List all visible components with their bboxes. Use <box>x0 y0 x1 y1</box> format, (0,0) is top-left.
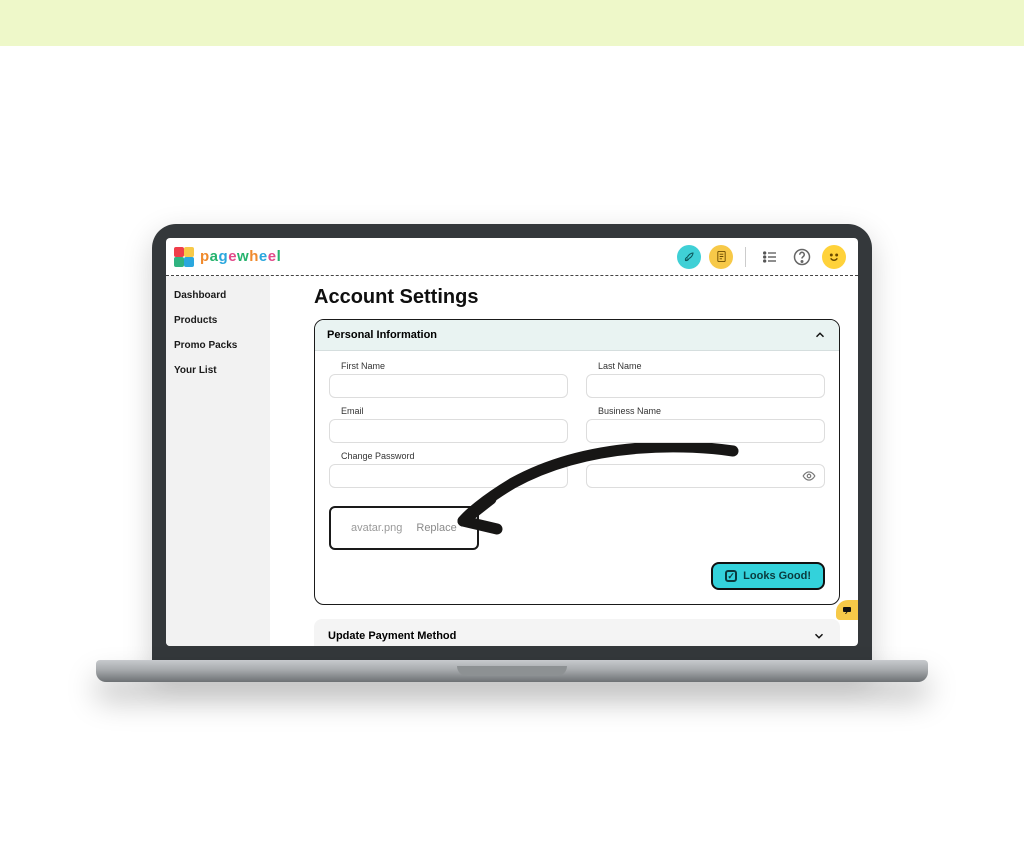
change-password-label: Change Password <box>341 451 568 461</box>
main-content: Account Settings Personal Information Fi… <box>270 276 858 646</box>
sidebar: Dashboard Products Promo Packs Your List <box>166 276 270 646</box>
header-divider <box>745 247 746 267</box>
header-icons <box>677 245 846 269</box>
top-banner <box>0 0 1024 46</box>
eye-icon[interactable] <box>802 469 816 483</box>
looks-good-button[interactable]: ✓ Looks Good! <box>711 562 825 590</box>
personal-info-header[interactable]: Personal Information <box>315 320 839 351</box>
business-name-label: Business Name <box>598 406 825 416</box>
personal-info-card: Personal Information First Name <box>314 319 840 605</box>
sidebar-item-products[interactable]: Products <box>174 315 262 326</box>
avatar-filename: avatar.png <box>351 522 402 534</box>
looks-good-label: Looks Good! <box>743 570 811 582</box>
app-viewport: pagewheel <box>166 238 858 646</box>
help-icon[interactable] <box>790 245 814 269</box>
chevron-down-icon <box>812 629 826 643</box>
page-title: Account Settings <box>314 286 840 309</box>
personal-info-body: First Name Last Name <box>315 351 839 562</box>
sidebar-item-your-list[interactable]: Your List <box>174 365 262 376</box>
business-name-input[interactable] <box>586 419 825 443</box>
sidebar-item-dashboard[interactable]: Dashboard <box>174 290 262 301</box>
laptop-notch <box>457 666 567 676</box>
laptop-frame: pagewheel <box>152 224 872 674</box>
email-label: Email <box>341 406 568 416</box>
chat-widget-icon[interactable] <box>836 600 858 620</box>
confirm-password-input[interactable] <box>586 464 825 488</box>
rocket-icon[interactable] <box>677 245 701 269</box>
avatar-replace-action[interactable]: Replace <box>416 522 456 534</box>
smiley-icon[interactable] <box>822 245 846 269</box>
payment-method-section[interactable]: Update Payment Method <box>314 619 840 646</box>
app-body: Dashboard Products Promo Packs Your List… <box>166 276 858 646</box>
check-icon: ✓ <box>725 570 737 582</box>
last-name-label: Last Name <box>598 361 825 371</box>
personal-info-footer: ✓ Looks Good! <box>315 562 839 604</box>
laptop-screen: pagewheel <box>152 224 872 674</box>
personal-info-header-label: Personal Information <box>327 329 437 341</box>
payment-method-label: Update Payment Method <box>328 630 456 642</box>
first-name-label: First Name <box>341 361 568 371</box>
chevron-up-icon <box>813 328 827 342</box>
laptop-base <box>96 660 928 682</box>
first-name-input[interactable] <box>329 374 568 398</box>
brand[interactable]: pagewheel <box>172 245 281 269</box>
sidebar-item-promo-packs[interactable]: Promo Packs <box>174 340 262 351</box>
pinwheel-logo-icon <box>172 245 196 269</box>
last-name-input[interactable] <box>586 374 825 398</box>
avatar-upload-box[interactable]: avatar.png Replace <box>329 506 479 550</box>
change-password-input[interactable] <box>329 464 568 488</box>
email-input[interactable] <box>329 419 568 443</box>
list-icon[interactable] <box>758 245 782 269</box>
brand-name: pagewheel <box>200 248 281 265</box>
document-icon[interactable] <box>709 245 733 269</box>
app-header: pagewheel <box>166 238 858 276</box>
stage: pagewheel <box>0 46 1024 853</box>
